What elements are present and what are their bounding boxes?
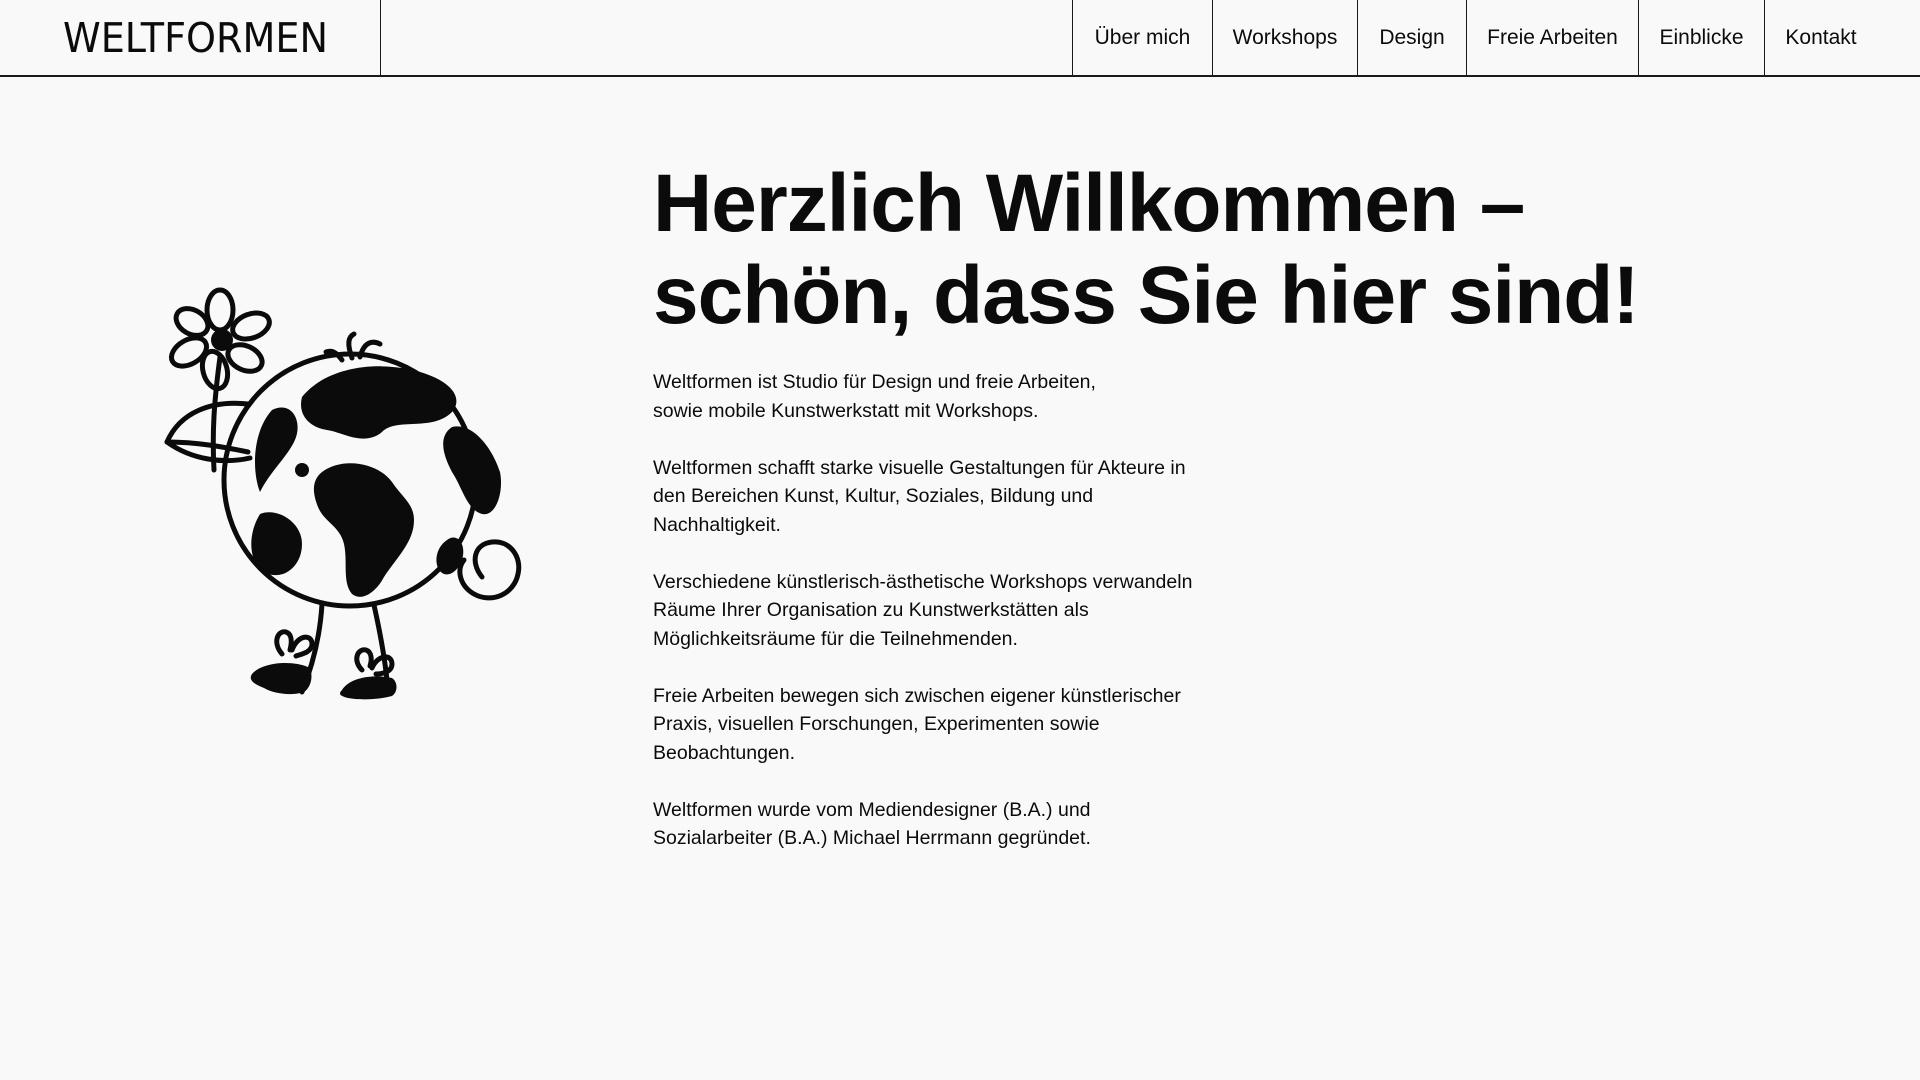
page-title: Herzlich Willkommen – schön, dass Sie hi… xyxy=(653,158,1773,342)
nav-item-freie-arbeiten[interactable]: Freie Arbeiten xyxy=(1466,0,1638,75)
site-header: WELTFORMEN Über mich Workshops Design Fr… xyxy=(0,0,1920,77)
paragraph-workshops: Verschiedene künstlerisch-ästhetische Wo… xyxy=(653,570,1193,650)
globe-character-icon xyxy=(164,287,522,700)
nav-item-design[interactable]: Design xyxy=(1357,0,1466,75)
paragraph-studio: Weltformen ist Studio für Design und fre… xyxy=(653,371,1096,422)
site-logo: WELTFORMEN xyxy=(63,13,329,62)
hero-illustration xyxy=(152,282,542,722)
main-nav: Über mich Workshops Design Freie Arbeite… xyxy=(1072,0,1877,75)
logo-link[interactable]: WELTFORMEN xyxy=(0,0,381,75)
title-line-1: Herzlich Willkommen – xyxy=(653,158,1525,249)
nav-item-ueber-mich[interactable]: Über mich xyxy=(1072,0,1212,75)
main-content: Herzlich Willkommen – schön, dass Sie hi… xyxy=(653,158,1773,881)
nav-item-kontakt[interactable]: Kontakt xyxy=(1764,0,1877,75)
nav-item-workshops[interactable]: Workshops xyxy=(1212,0,1357,75)
intro-text: Weltformen ist Studio für Design und fre… xyxy=(653,368,1253,853)
paragraph-free-works: Freie Arbeiten bewegen sich zwischen eig… xyxy=(653,684,1181,764)
paragraph-founder: Weltformen wurde vom Mediendesigner (B.A… xyxy=(653,798,1091,850)
paragraph-design: Weltformen schafft starke visuelle Gesta… xyxy=(653,456,1186,536)
title-line-2: schön, dass Sie hier sind! xyxy=(653,250,1640,341)
nav-item-einblicke[interactable]: Einblicke xyxy=(1638,0,1764,75)
